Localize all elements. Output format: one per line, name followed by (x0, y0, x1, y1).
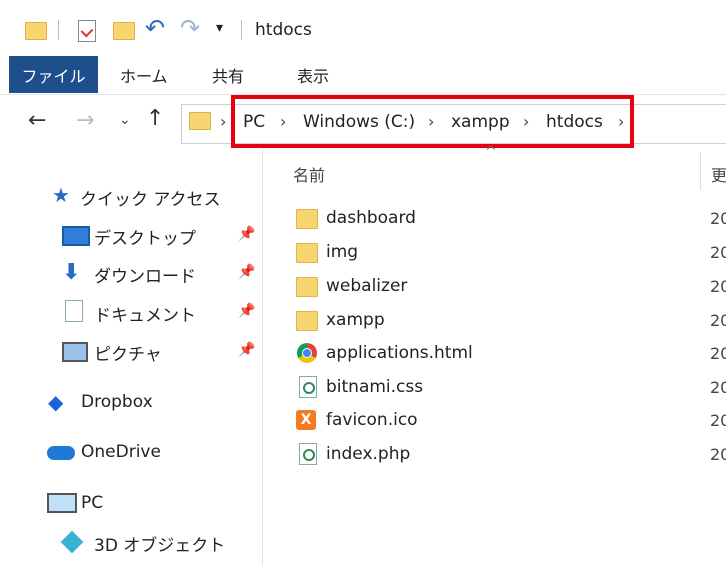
folder-icon (296, 277, 318, 297)
nav-quick-access[interactable]: クイック アクセス (80, 185, 221, 210)
nav-pictures[interactable]: ピクチャ (94, 340, 162, 365)
nav-3d-objects[interactable]: 3D オブジェクト (94, 531, 225, 556)
separator (241, 20, 242, 40)
pc-icon (47, 493, 77, 513)
back-button[interactable]: ← (28, 108, 46, 133)
file-date: 20 (710, 411, 726, 430)
xampp-icon: X (296, 410, 316, 430)
recent-locations-icon[interactable]: ⌄ (119, 112, 131, 128)
properties-icon[interactable] (78, 20, 96, 42)
file-date: 20 (710, 311, 726, 330)
file-name[interactable]: bitnami.css (326, 377, 423, 397)
file-name[interactable]: favicon.ico (326, 410, 418, 430)
pin-icon[interactable]: 📌 (238, 226, 255, 242)
folder-icon (296, 243, 318, 263)
folder-icon (296, 311, 318, 331)
chrome-icon (297, 343, 317, 363)
dropbox-icon: ◆ (48, 390, 64, 414)
file-date: 20 (710, 344, 726, 363)
pin-icon[interactable]: 📌 (238, 264, 255, 280)
3d-objects-icon (60, 530, 84, 554)
folder-icon (189, 112, 211, 130)
nav-desktop[interactable]: デスクトップ (94, 224, 196, 249)
file-name[interactable]: applications.html (326, 343, 473, 363)
ribbon (0, 56, 726, 95)
tab-share[interactable]: 共有 (212, 56, 244, 93)
pin-icon[interactable]: 📌 (238, 342, 255, 358)
tab-view[interactable]: 表示 (297, 56, 329, 93)
tab-home[interactable]: ホーム (120, 56, 168, 93)
redo-icon[interactable]: ↷ (180, 14, 200, 42)
documents-icon (65, 300, 83, 322)
sort-ascending-icon: ^ (485, 144, 497, 160)
separator (58, 20, 59, 40)
forward-button[interactable]: → (76, 108, 94, 133)
file-name[interactable]: img (326, 242, 358, 262)
column-header-name[interactable]: 名前 (293, 162, 325, 186)
column-header-date[interactable]: 更 (711, 162, 726, 186)
tab-file[interactable]: ファイル (9, 56, 98, 93)
quick-access-star-icon: ★ (52, 183, 70, 207)
column-divider[interactable] (700, 152, 701, 190)
pane-divider[interactable] (262, 148, 263, 566)
quick-access-toolbar: ↶ ↷ ▾ htdocs (0, 0, 726, 56)
customize-toolbar-icon[interactable]: ▾ (216, 20, 223, 36)
file-date: 20 (710, 209, 726, 228)
folder-icon (296, 209, 318, 229)
file-date: 20 (710, 243, 726, 262)
up-button[interactable]: ↑ (146, 106, 164, 131)
css-file-icon (299, 376, 317, 398)
nav-dropbox[interactable]: Dropbox (81, 392, 153, 412)
file-date: 20 (710, 277, 726, 296)
chevron-right-icon: › (220, 112, 227, 131)
folder-icon (25, 22, 47, 40)
file-date: 20 (710, 378, 726, 397)
file-name[interactable]: dashboard (326, 208, 416, 228)
pictures-icon (62, 342, 88, 362)
desktop-icon (62, 226, 90, 246)
pin-icon[interactable]: 📌 (238, 303, 255, 319)
highlight-box (231, 95, 634, 148)
window-title: htdocs (255, 20, 312, 40)
file-name[interactable]: index.php (326, 444, 410, 464)
onedrive-icon (47, 446, 75, 460)
download-icon: ⬇ (62, 260, 81, 285)
nav-onedrive[interactable]: OneDrive (81, 442, 161, 462)
file-date: 20 (710, 445, 726, 464)
undo-icon[interactable]: ↶ (145, 14, 165, 42)
php-file-icon (299, 443, 317, 465)
file-name[interactable]: webalizer (326, 276, 407, 296)
nav-pc[interactable]: PC (81, 493, 103, 513)
nav-downloads[interactable]: ダウンロード (94, 262, 196, 287)
file-name[interactable]: xampp (326, 310, 385, 330)
nav-documents[interactable]: ドキュメント (94, 301, 196, 326)
new-folder-icon[interactable] (113, 22, 135, 40)
